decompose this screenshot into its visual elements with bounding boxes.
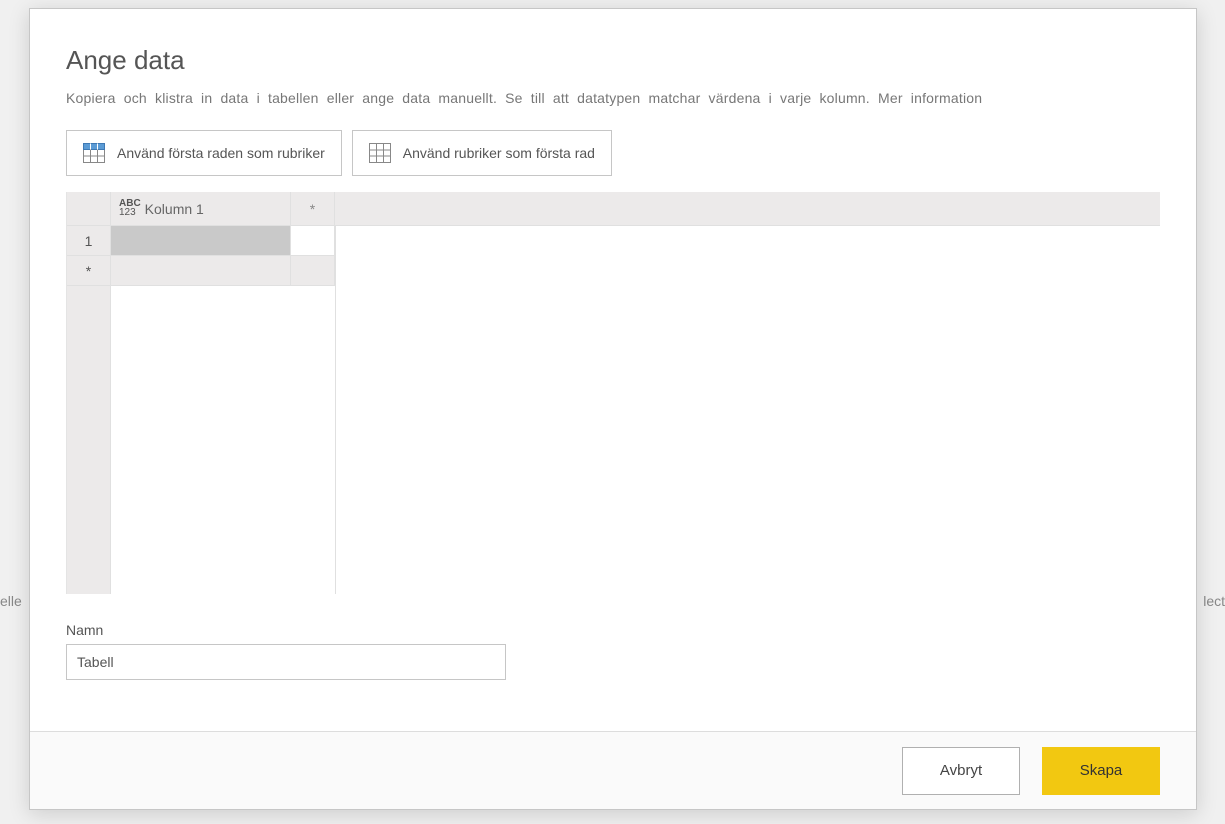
cell-addrow-addcol[interactable]	[291, 256, 335, 286]
grid-row-1: 1	[67, 226, 335, 256]
subtitle-text: Kopiera och klistra in data i tabellen e…	[66, 90, 870, 106]
grid-corner-cell[interactable]	[67, 192, 111, 226]
cell-addrow-c1[interactable]	[111, 256, 291, 286]
background-text-left: elle	[0, 593, 22, 609]
enter-data-dialog: Ange data Kopiera och klistra in data i …	[29, 8, 1197, 810]
table-header-icon	[83, 143, 105, 163]
column-header-1[interactable]: ABC 123 Kolumn 1	[111, 192, 291, 226]
type-123-label: 123	[119, 208, 141, 218]
header-empty-space	[335, 192, 1160, 226]
cancel-button[interactable]: Avbryt	[902, 747, 1020, 795]
column-type-indicator: ABC 123	[119, 199, 141, 218]
more-info-link[interactable]: Mer information	[878, 90, 982, 106]
toolbar: Använd första raden som rubriker Använd …	[66, 130, 1160, 176]
table-grid-icon	[369, 143, 391, 163]
name-section: Namn	[66, 622, 1160, 680]
cell-r1-addcol[interactable]	[291, 226, 335, 256]
grid-add-row: *	[67, 256, 335, 286]
dialog-title: Ange data	[66, 45, 1160, 76]
dialog-body: Ange data Kopiera och klistra in data i …	[30, 9, 1196, 731]
background-text-right: lect	[1203, 593, 1225, 609]
create-button[interactable]: Skapa	[1042, 747, 1160, 795]
table-name-input[interactable]	[66, 644, 506, 680]
use-first-row-as-headers-button[interactable]: Använd första raden som rubriker	[66, 130, 342, 176]
use-headers-as-first-row-label: Använd rubriker som första rad	[403, 145, 595, 161]
dialog-subtitle: Kopiera och klistra in data i tabellen e…	[66, 90, 1160, 106]
data-grid: ABC 123 Kolumn 1 * 1 *	[66, 192, 1160, 594]
grid-header-row: ABC 123 Kolumn 1 *	[67, 192, 1160, 226]
grid-empty-area	[335, 226, 1160, 594]
dialog-footer: Avbryt Skapa	[30, 731, 1196, 809]
row-1-number[interactable]: 1	[67, 226, 111, 256]
grid-body: 1 *	[67, 226, 1160, 594]
row-gutter-empty	[67, 286, 111, 594]
cell-r1-c1[interactable]	[111, 226, 291, 256]
add-row-button[interactable]: *	[67, 256, 111, 286]
name-label: Namn	[66, 622, 1160, 638]
use-first-row-as-headers-label: Använd första raden som rubriker	[117, 145, 325, 161]
use-headers-as-first-row-button[interactable]: Använd rubriker som första rad	[352, 130, 612, 176]
add-column-button[interactable]: *	[291, 192, 335, 226]
column-1-name: Kolumn 1	[145, 201, 204, 217]
grid-left-region: 1 *	[67, 226, 335, 594]
